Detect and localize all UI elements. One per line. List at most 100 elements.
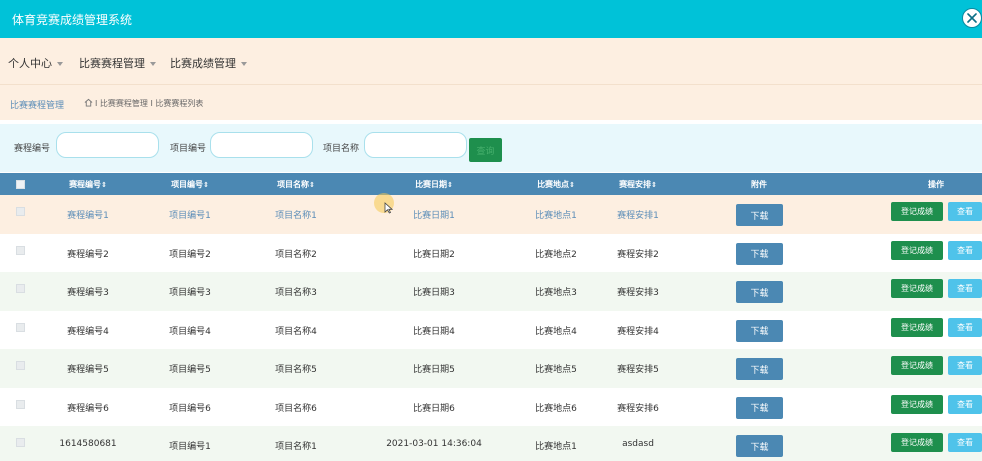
- view-button[interactable]: 查看: [948, 356, 982, 375]
- menu-item-profile[interactable]: 个人中心: [8, 55, 63, 71]
- cell-project-name: 项目名称3: [275, 288, 317, 298]
- register-score-button[interactable]: 登记成绩: [891, 279, 943, 298]
- cell-project-no: 项目编号5: [169, 365, 211, 375]
- column-header-project-no[interactable]: 项目编号⇕: [171, 179, 209, 190]
- sort-icon[interactable]: ⇕: [651, 181, 657, 189]
- register-score-button[interactable]: 登记成绩: [891, 356, 943, 375]
- view-button[interactable]: 查看: [948, 279, 982, 298]
- table-header: 赛程编号⇕ 项目编号⇕ 项目名称⇕ 比赛日期⇕ 比赛地点⇕ 赛程安排⇕ 附件 操作: [0, 173, 982, 195]
- cell-project-no: 项目编号4: [169, 326, 211, 337]
- sort-icon[interactable]: ⇕: [203, 181, 209, 189]
- cell-match-venue: 比赛地点5: [535, 365, 577, 375]
- download-button[interactable]: 下载: [736, 281, 783, 303]
- sort-icon[interactable]: ⇕: [447, 181, 453, 189]
- column-header-match-date[interactable]: 比赛日期⇕: [415, 179, 453, 190]
- cell-match-date: 比赛日期1: [413, 211, 455, 221]
- register-score-button[interactable]: 登记成绩: [891, 394, 943, 414]
- cell-project-no: 项目编号1: [169, 442, 211, 452]
- cell-project-no: 项目编号3: [169, 288, 211, 298]
- menu-item-scores[interactable]: 比赛成绩管理: [170, 55, 247, 71]
- select-all-checkbox[interactable]: [16, 180, 25, 189]
- download-button[interactable]: 下载: [736, 396, 783, 419]
- sort-icon[interactable]: ⇕: [101, 181, 107, 189]
- cell-project-name: 项目名称6: [275, 403, 317, 414]
- download-button[interactable]: 下载: [736, 358, 783, 380]
- menu-bar: 个人中心 比赛赛程管理 比赛成绩管理: [0, 38, 982, 84]
- column-header-schedule-plan[interactable]: 赛程安排⇕: [619, 179, 657, 190]
- menu-item-label: 比赛成绩管理: [170, 57, 236, 70]
- column-header-schedule-no[interactable]: 赛程编号⇕: [69, 179, 107, 190]
- table-row[interactable]: 1614580681 项目编号1 项目名称1 2021-03-01 14:36:04 比…: [0, 426, 982, 461]
- column-header-actions: 操作: [928, 179, 944, 190]
- title-bar: 体育竞赛成绩管理系统: [0, 0, 982, 38]
- register-score-button[interactable]: 登记成绩: [891, 433, 943, 452]
- cell-project-name: 项目名称1: [275, 442, 317, 452]
- project-no-input[interactable]: [210, 132, 313, 158]
- view-button[interactable]: 查看: [948, 317, 982, 337]
- cell-project-name: 项目名称1: [275, 211, 317, 221]
- column-header-project-name[interactable]: 项目名称⇕: [277, 179, 315, 190]
- table-row[interactable]: 赛程编号1 项目编号1 项目名称1 比赛日期1 比赛地点1 赛程安排1 下载 登记成绩 查看: [0, 195, 982, 234]
- table-row[interactable]: 赛程编号2 项目编号2 项目名称2 比赛日期2 比赛地点2 赛程安排2 下载 登记成绩 查看: [0, 233, 982, 272]
- cell-project-name: 项目名称2: [275, 249, 317, 260]
- close-button[interactable]: [962, 8, 982, 28]
- sort-icon[interactable]: ⇕: [309, 181, 315, 189]
- caret-down-icon: [241, 62, 247, 66]
- search-bar: 赛程编号 项目编号 项目名称 查询: [0, 124, 982, 172]
- view-button[interactable]: 查看: [948, 240, 982, 260]
- column-header-match-venue[interactable]: 比赛地点⇕: [537, 179, 575, 190]
- download-button[interactable]: 下载: [736, 435, 783, 457]
- cell-schedule-no: 赛程编号6: [67, 403, 109, 414]
- row-checkbox[interactable]: [16, 284, 25, 293]
- view-button[interactable]: 查看: [948, 394, 982, 414]
- home-icon[interactable]: [84, 98, 93, 109]
- view-button[interactable]: 查看: [948, 202, 982, 221]
- cell-match-venue: 比赛地点3: [535, 288, 577, 298]
- column-header-label: 项目名称: [277, 180, 310, 189]
- row-checkbox[interactable]: [16, 245, 25, 255]
- cell-match-date: 比赛日期2: [413, 249, 455, 260]
- mouse-cursor-icon: [374, 193, 394, 214]
- cell-schedule-plan: 赛程安排3: [617, 288, 659, 298]
- download-button[interactable]: 下载: [736, 242, 783, 265]
- table-row[interactable]: 赛程编号5 项目编号5 项目名称5 比赛日期5 比赛地点5 赛程安排5 下载 登记成绩 查看: [0, 349, 982, 388]
- column-header-label: 比赛日期: [415, 180, 448, 189]
- sort-icon[interactable]: ⇕: [569, 181, 575, 189]
- cell-schedule-plan: 赛程安排5: [617, 365, 659, 375]
- cell-schedule-plan: 赛程安排6: [617, 403, 659, 414]
- cell-project-no: 项目编号2: [169, 249, 211, 260]
- page-title: 比赛赛程管理: [10, 101, 65, 111]
- column-header-label: 赛程编号: [69, 180, 102, 189]
- project-name-input[interactable]: [364, 132, 467, 158]
- cell-schedule-plan: 赛程安排4: [617, 326, 659, 337]
- app-title: 体育竞赛成绩管理系统: [12, 13, 133, 27]
- register-score-button[interactable]: 登记成绩: [891, 202, 943, 221]
- register-score-button[interactable]: 登记成绩: [891, 240, 943, 260]
- column-header-label: 赛程安排: [619, 180, 652, 189]
- row-checkbox[interactable]: [16, 438, 25, 447]
- register-score-button[interactable]: 登记成绩: [891, 317, 943, 337]
- breadcrumb-path: I 比赛赛程管理 I 比赛赛程列表: [95, 99, 204, 108]
- cell-schedule-no: 赛程编号1: [67, 211, 109, 221]
- search-button[interactable]: 查询: [469, 138, 502, 162]
- cell-project-name: 项目名称4: [275, 326, 317, 337]
- menu-item-schedule[interactable]: 比赛赛程管理: [79, 55, 156, 71]
- cell-schedule-no: 赛程编号4: [67, 326, 109, 337]
- row-checkbox[interactable]: [16, 361, 25, 370]
- schedule-no-input[interactable]: [56, 132, 159, 158]
- column-header-attachment: 附件: [751, 179, 767, 190]
- cell-match-date: 比赛日期4: [413, 326, 455, 337]
- view-button[interactable]: 查看: [948, 433, 982, 452]
- row-checkbox[interactable]: [16, 322, 25, 332]
- row-checkbox[interactable]: [16, 399, 25, 409]
- download-button[interactable]: 下载: [736, 204, 783, 226]
- table-row[interactable]: 赛程编号4 项目编号4 项目名称4 比赛日期4 比赛地点4 赛程安排4 下载 登记成绩 查看: [0, 310, 982, 349]
- search-label-project-name: 项目名称: [323, 144, 360, 154]
- cell-match-venue: 比赛地点1: [535, 442, 577, 452]
- row-checkbox[interactable]: [16, 207, 25, 216]
- table-row[interactable]: 赛程编号6 项目编号6 项目名称6 比赛日期6 比赛地点6 赛程安排6 下载 登记成绩 查看: [0, 387, 982, 426]
- download-button[interactable]: 下载: [736, 319, 783, 342]
- search-label-project-no: 项目编号: [170, 144, 207, 154]
- table-row[interactable]: 赛程编号3 项目编号3 项目名称3 比赛日期3 比赛地点3 赛程安排3 下载 登记成绩 查看: [0, 272, 982, 311]
- cell-schedule-no: 1614580681: [59, 439, 117, 449]
